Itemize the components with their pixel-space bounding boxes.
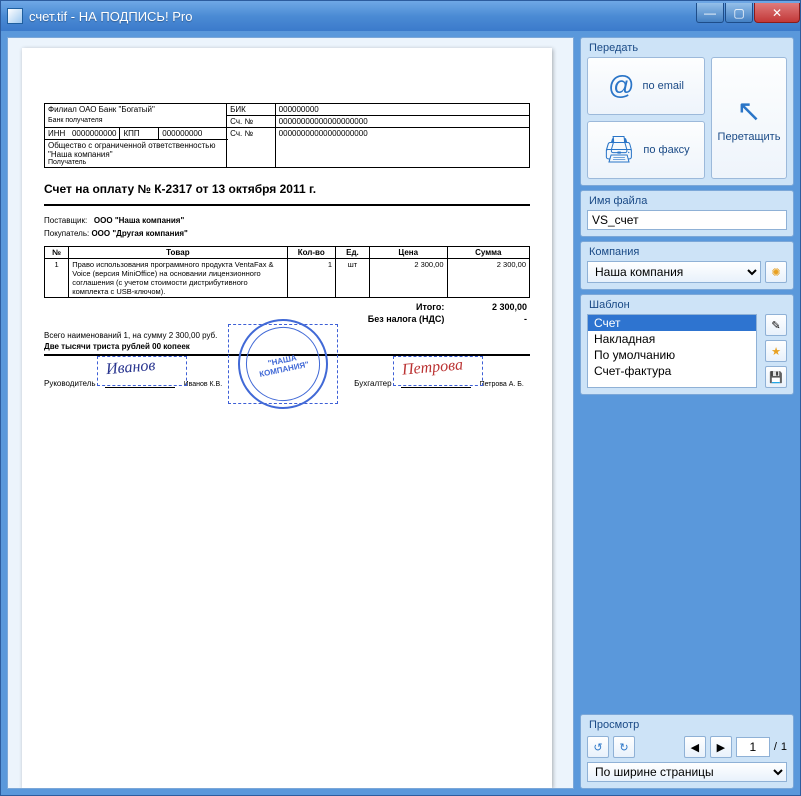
signature-accountant-scribble: Пeтpoвa [401, 356, 463, 379]
company-group: Компания Наша компания ✺ [580, 241, 794, 290]
at-icon: @ [608, 70, 634, 101]
filename-group: Имя файла [580, 190, 794, 237]
col-no: № [45, 247, 69, 259]
no-tax-value: - [447, 313, 530, 325]
template-edit-button[interactable]: ✎ [765, 314, 787, 336]
bank-recipient-label: Банк получателя [45, 116, 227, 128]
drag-button[interactable]: ↖ Перетащить [711, 57, 787, 179]
document-page: Филиал ОАО Банк "Богатый" БИК 000000000 … [22, 48, 552, 788]
no-tax-label: Без налога (НДС) [365, 313, 448, 325]
page-sep: / [774, 741, 777, 753]
recipient-label: Получатель [48, 159, 223, 166]
minimize-button[interactable]: — [696, 3, 724, 23]
company-settings-button[interactable]: ✺ [765, 261, 787, 283]
list-item[interactable]: Счет-фактура [588, 363, 756, 379]
acct-value-1: 00000000000000000000 [275, 116, 529, 128]
signature-director-scribble: Ивaнoв [105, 357, 156, 379]
name-accountant: Петрова А. Б. [480, 381, 524, 388]
titlebar: счет.tif - НА ПОДПИСЬ! Pro — ▢ ✕ [1, 1, 800, 31]
filename-input[interactable] [587, 210, 787, 230]
total-label: Итого: [365, 301, 448, 313]
page-number-input[interactable] [736, 737, 770, 757]
rotate-cw-button[interactable]: ↻ [613, 736, 635, 758]
viewer-group: Просмотр ↺ ↻ ◀ ▶ / 1 По ширине страницы [580, 714, 794, 789]
page-total: 1 [781, 741, 787, 753]
col-sum: Сумма [447, 247, 529, 259]
acct-value-2: 00000000000000000000 [275, 128, 529, 168]
name-director: Иванов К.В. [184, 381, 223, 388]
table-row: 1 Право использования программного проду… [45, 259, 530, 298]
list-item[interactable]: По умолчанию [588, 347, 756, 363]
items-table: № Товар Кол-во Ед. Цена Сумма 1 Право ис… [44, 246, 530, 298]
maximize-button[interactable]: ▢ [725, 3, 753, 23]
rotate-cw-icon: ↻ [619, 741, 628, 754]
col-unit: Ед. [336, 247, 370, 259]
supplier-value: ООО "Наша компания" [94, 216, 184, 225]
save-icon: 💾 [769, 371, 783, 384]
signature-accountant-box[interactable]: Пeтpoвa [393, 356, 483, 386]
send-fax-button[interactable]: 🖨 по факсу [587, 121, 705, 179]
transfer-title: Передать [587, 42, 787, 57]
chevron-right-icon: ▶ [717, 741, 725, 754]
close-button[interactable]: ✕ [754, 3, 800, 23]
signature-director-box[interactable]: Ивaнoв [97, 356, 187, 386]
printer-icon: 🖨 [602, 134, 635, 165]
bank-details-table: Филиал ОАО Банк "Богатый" БИК 000000000 … [44, 103, 530, 168]
pencil-icon: ✎ [771, 319, 780, 332]
stamp-icon: "НАШАКОМПАНИЯ" [230, 311, 337, 418]
company-select[interactable]: Наша компания [587, 261, 761, 283]
document-preview-pane[interactable]: Филиал ОАО Банк "Богатый" БИК 000000000 … [7, 37, 574, 789]
acct-label-2: Сч. № [227, 128, 276, 168]
template-new-button[interactable]: ★ [765, 340, 787, 362]
filename-title: Имя файла [587, 195, 787, 210]
templates-title: Шаблон [587, 299, 787, 314]
bik-value: 000000000 [275, 104, 529, 116]
acct-label-1: Сч. № [227, 116, 276, 128]
send-email-button[interactable]: @ по email [587, 57, 705, 115]
send-fax-label: по факсу [643, 144, 689, 156]
col-qty: Кол-во [287, 247, 336, 259]
invoice-title: Счет на оплату № К-2317 от 13 октября 20… [44, 182, 530, 196]
list-item[interactable]: Счет [588, 315, 756, 331]
total-value: 2 300,00 [447, 301, 530, 313]
kpp-value: 000000000 [159, 128, 227, 140]
kpp-label: КПП [120, 128, 159, 140]
buyer-value: ООО "Другая компания" [91, 229, 187, 238]
star-icon: ★ [771, 345, 781, 358]
col-price: Цена [369, 247, 447, 259]
app-icon [7, 8, 23, 24]
rotate-ccw-icon: ↺ [593, 741, 602, 754]
zoom-select[interactable]: По ширине страницы [587, 762, 787, 782]
drag-label: Перетащить [718, 131, 781, 143]
list-item[interactable]: Накладная [588, 331, 756, 347]
cursor-icon: ↖ [736, 94, 761, 129]
gear-icon: ✺ [771, 266, 780, 279]
role-accountant: Бухгалтер [354, 379, 391, 388]
role-director: Руководитель [44, 379, 96, 388]
company-line2: "Наша компания" [48, 150, 223, 159]
transfer-group: Передать @ по email 🖨 по факсу ↖ Перетащит… [580, 37, 794, 186]
rotate-ccw-button[interactable]: ↺ [587, 736, 609, 758]
templates-list[interactable]: Счет Накладная По умолчанию Счет-фактура [587, 314, 757, 388]
company-line1: Общество с ограниченной ответственностью [48, 141, 223, 150]
inn-label: ИНН [48, 129, 65, 138]
page-next-button[interactable]: ▶ [710, 736, 732, 758]
bank-branch: Филиал ОАО Банк "Богатый" [45, 104, 227, 116]
page-prev-button[interactable]: ◀ [684, 736, 706, 758]
company-title: Компания [587, 246, 787, 261]
buyer-label: Покупатель: [44, 229, 89, 238]
col-product: Товар [69, 247, 287, 259]
window-title: счет.tif - НА ПОДПИСЬ! Pro [29, 9, 695, 24]
inn-value: 0000000000 [72, 129, 117, 138]
chevron-left-icon: ◀ [691, 741, 699, 754]
template-save-button[interactable]: 💾 [765, 366, 787, 388]
supplier-label: Поставщик: [44, 216, 87, 225]
send-email-label: по email [642, 80, 683, 92]
stamp-box[interactable]: "НАШАКОМПАНИЯ" [228, 324, 338, 404]
viewer-title: Просмотр [587, 719, 787, 734]
bik-label: БИК [227, 104, 276, 116]
templates-group: Шаблон Счет Накладная По умолчанию Счет-… [580, 294, 794, 395]
